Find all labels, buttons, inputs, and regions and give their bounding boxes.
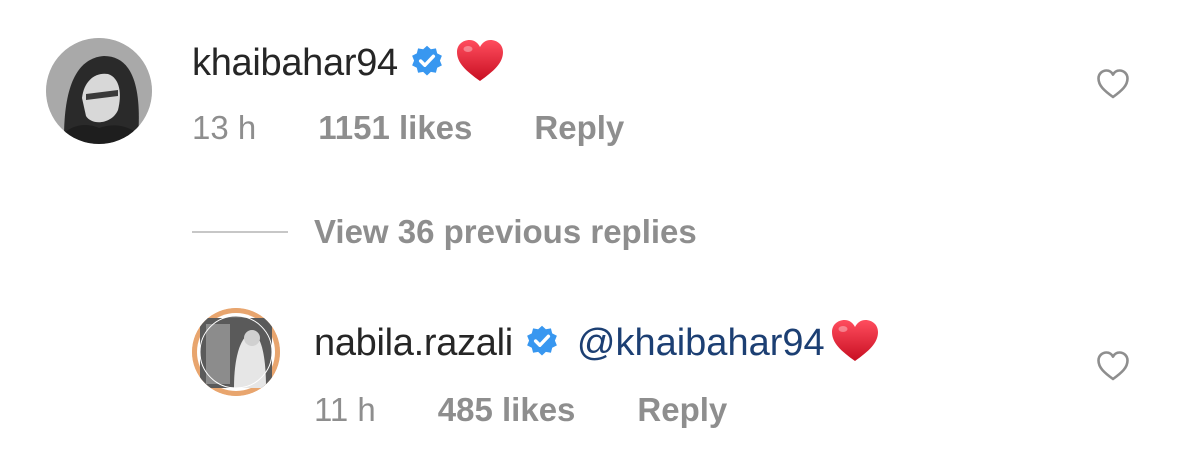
username[interactable]: nabila.razali — [314, 322, 513, 365]
avatar[interactable] — [192, 308, 280, 396]
reply-button[interactable]: Reply — [637, 391, 727, 429]
verified-badge-icon — [410, 44, 444, 83]
comment-meta: 11 h 485 likes Reply — [314, 390, 727, 430]
likes-count[interactable]: 485 likes — [438, 391, 576, 429]
avatar[interactable] — [46, 38, 152, 144]
timestamp: 11 h — [314, 391, 376, 428]
red-heart-emoji-icon — [456, 39, 504, 88]
timestamp: 13 h — [192, 109, 257, 146]
likes-count[interactable]: 1151 likes — [318, 109, 472, 147]
reply-button[interactable]: Reply — [534, 109, 624, 147]
comment-header: nabila.razali @khaibahar94 — [314, 319, 879, 368]
comment-header: khaibahar94 — [192, 39, 504, 88]
divider-line — [192, 231, 288, 233]
view-previous-replies-button[interactable]: View 36 previous replies — [192, 212, 697, 252]
view-replies-label: View 36 previous replies — [314, 213, 697, 250]
username[interactable]: khaibahar94 — [192, 42, 398, 85]
verified-badge-icon — [525, 324, 559, 363]
comment-meta: 13 h 1151 likes Reply — [192, 108, 624, 148]
mention-link[interactable]: @khaibahar94 — [577, 322, 825, 365]
red-heart-emoji-icon — [831, 319, 879, 368]
heart-outline-icon[interactable] — [1096, 68, 1130, 105]
heart-outline-icon[interactable] — [1096, 350, 1130, 387]
